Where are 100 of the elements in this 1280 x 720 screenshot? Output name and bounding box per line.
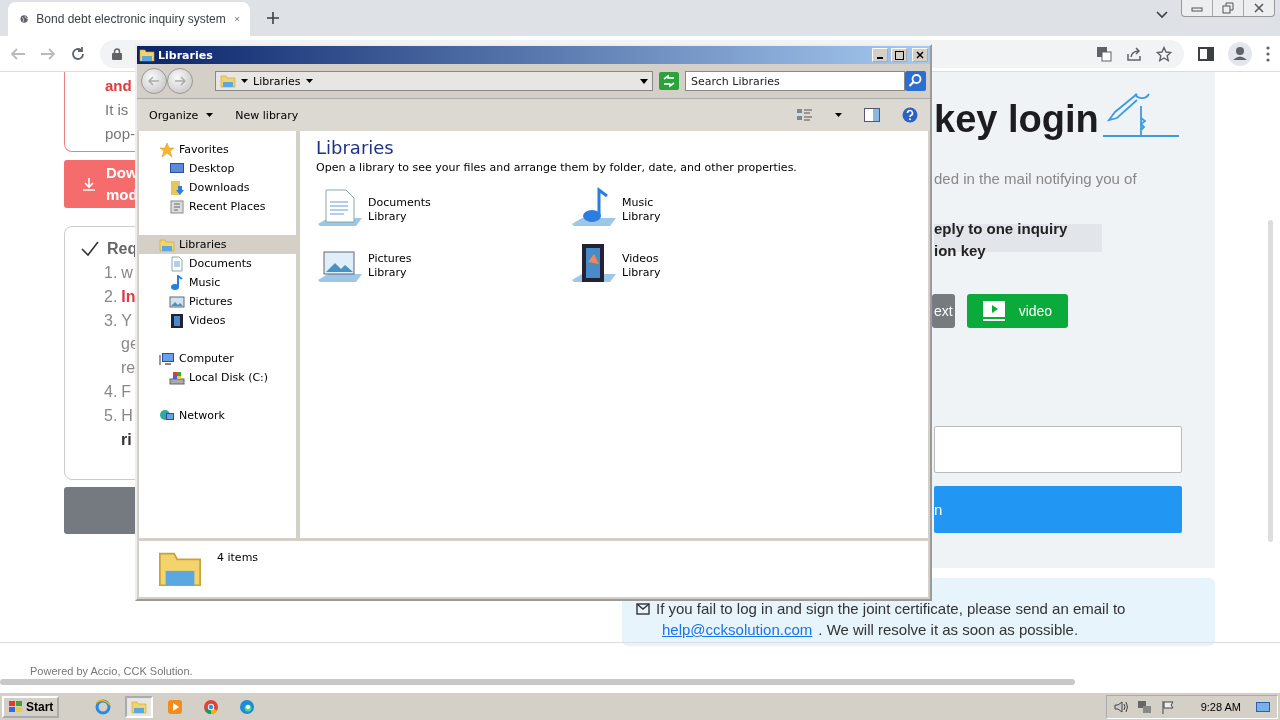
disk-drive-icon bbox=[169, 369, 185, 386]
star-icon bbox=[159, 141, 175, 158]
item-count: 4 items bbox=[217, 550, 259, 564]
forward-arrow-icon bbox=[174, 76, 186, 86]
navigation-item[interactable]: Music bbox=[139, 273, 296, 292]
browser-tab[interactable]: Bond debt electronic inquiry system bbox=[8, 2, 250, 36]
navigation-item[interactable]: Desktop bbox=[139, 159, 296, 178]
help-text: If you fail to log in and sign the joint certificate, please send an email to bbox=[656, 600, 1126, 617]
restore-icon bbox=[1222, 2, 1234, 14]
close-icon[interactable] bbox=[233, 13, 240, 25]
share-icon[interactable] bbox=[1126, 45, 1142, 62]
picture-icon bbox=[169, 293, 185, 310]
maximize-icon bbox=[894, 50, 904, 60]
input-field[interactable] bbox=[934, 426, 1182, 473]
scrollbar[interactable] bbox=[1268, 220, 1273, 542]
library-item[interactable]: Documents Library bbox=[316, 186, 570, 242]
text-button[interactable]: ext bbox=[932, 294, 955, 328]
caret-icon bbox=[305, 79, 313, 83]
caret-icon bbox=[206, 113, 214, 117]
clock[interactable]: 9:28 AM bbox=[1200, 700, 1241, 713]
search-button[interactable] bbox=[905, 71, 926, 91]
login-title: key login bbox=[934, 98, 1099, 142]
close-icon bbox=[1254, 3, 1264, 13]
caret-icon[interactable] bbox=[835, 113, 842, 117]
requirement-item: re bbox=[120, 358, 136, 379]
navigation-item[interactable]: Pictures bbox=[139, 292, 296, 311]
caret-icon bbox=[640, 78, 648, 84]
search-icon bbox=[905, 71, 926, 91]
reload-icon[interactable] bbox=[70, 45, 86, 62]
computer-icon bbox=[159, 350, 175, 367]
library-item[interactable]: Music Library bbox=[570, 186, 824, 242]
library-item[interactable]: Pictures Library bbox=[316, 242, 570, 298]
speaker-icon[interactable] bbox=[1112, 699, 1129, 714]
show-desktop-icon[interactable] bbox=[1255, 699, 1271, 714]
download-icon bbox=[82, 177, 96, 191]
command-button[interactable]: New library bbox=[235, 108, 299, 122]
content-heading: Libraries bbox=[316, 137, 395, 158]
content-description: Open a library to see your files and arrange them by folder, date, and other properties. bbox=[316, 161, 798, 174]
network-icon[interactable] bbox=[1136, 699, 1153, 714]
maximize-button[interactable] bbox=[891, 48, 907, 62]
caret-icon bbox=[241, 79, 248, 83]
requirement-item: 3. Y bbox=[103, 310, 132, 331]
email-link[interactable]: help@ccksolution.com bbox=[662, 621, 813, 638]
menu-icon[interactable] bbox=[1266, 45, 1270, 62]
navigation-item[interactable]: Downloads bbox=[139, 178, 296, 197]
chrome-icon bbox=[203, 698, 220, 715]
navigation-item[interactable]: Network bbox=[139, 406, 296, 425]
navigation-item[interactable]: Recent Places bbox=[139, 197, 296, 216]
requirement-item: 4. F bbox=[103, 382, 132, 402]
new-tab-icon[interactable] bbox=[266, 11, 280, 25]
notice-text: ion key bbox=[934, 241, 987, 261]
video-icon bbox=[982, 301, 1005, 321]
navigation-item[interactable]: Documents bbox=[139, 254, 296, 273]
requirement-item: 2. In bbox=[103, 286, 136, 307]
profile-icon[interactable] bbox=[1228, 41, 1252, 66]
library-icon bbox=[159, 236, 175, 253]
side-panel-icon[interactable] bbox=[1198, 45, 1214, 62]
help-icon bbox=[902, 107, 918, 123]
preview-pane-icon bbox=[864, 108, 880, 122]
folder-icon bbox=[139, 47, 155, 63]
media-player-icon bbox=[167, 698, 184, 715]
checkmark-icon bbox=[81, 241, 99, 257]
help-text: . We will resolve it as soon as possible. bbox=[818, 621, 1079, 638]
notice-text: It is bbox=[105, 100, 129, 120]
requirement-item: 1. w bbox=[103, 263, 133, 283]
library-icon bbox=[220, 73, 236, 89]
translate-icon[interactable] bbox=[1096, 45, 1112, 62]
navigation-item[interactable]: Favorites bbox=[139, 140, 296, 159]
requirement-item: ri bbox=[120, 429, 132, 450]
views-button[interactable] bbox=[797, 108, 813, 122]
flag-icon[interactable] bbox=[1160, 699, 1175, 714]
login-description: ded in the mail notifying you of bbox=[934, 170, 1138, 187]
close-icon bbox=[916, 51, 924, 59]
navigation-item[interactable]: Local Disk (C:) bbox=[139, 368, 296, 387]
refresh-button[interactable] bbox=[659, 72, 679, 90]
address-field[interactable]: Libraries bbox=[215, 71, 653, 91]
music-note-icon bbox=[169, 274, 185, 291]
recent-places-icon bbox=[169, 198, 185, 215]
notice-text: eply to one inquiry bbox=[934, 219, 1069, 239]
taskbar-app[interactable] bbox=[125, 695, 154, 718]
preview-pane-button[interactable] bbox=[864, 108, 880, 122]
navigation-item[interactable]: Libraries bbox=[139, 235, 296, 254]
film-icon bbox=[169, 312, 185, 329]
search-field[interactable]: Search Libraries bbox=[685, 71, 905, 91]
minimize-button[interactable] bbox=[872, 48, 888, 62]
notice-text: pop- bbox=[105, 124, 136, 144]
chevron-down-icon[interactable] bbox=[1156, 11, 1168, 19]
lock-icon bbox=[112, 47, 122, 60]
library-item[interactable]: Videos Library bbox=[570, 242, 824, 298]
windows-logo-icon bbox=[8, 699, 24, 714]
help-button[interactable] bbox=[902, 107, 918, 123]
folder-icon bbox=[131, 698, 148, 715]
command-button[interactable]: Organize bbox=[149, 108, 214, 122]
footer-text: Powered by Accio, CCK Solution. bbox=[30, 665, 193, 677]
star-outline-icon[interactable] bbox=[1156, 45, 1172, 62]
start-button[interactable]: Start bbox=[2, 695, 60, 718]
navigation-item[interactable]: Videos bbox=[139, 311, 296, 330]
scrollbar[interactable] bbox=[0, 679, 1075, 685]
ie-icon bbox=[95, 698, 112, 715]
navigation-item[interactable]: Computer bbox=[139, 349, 296, 368]
